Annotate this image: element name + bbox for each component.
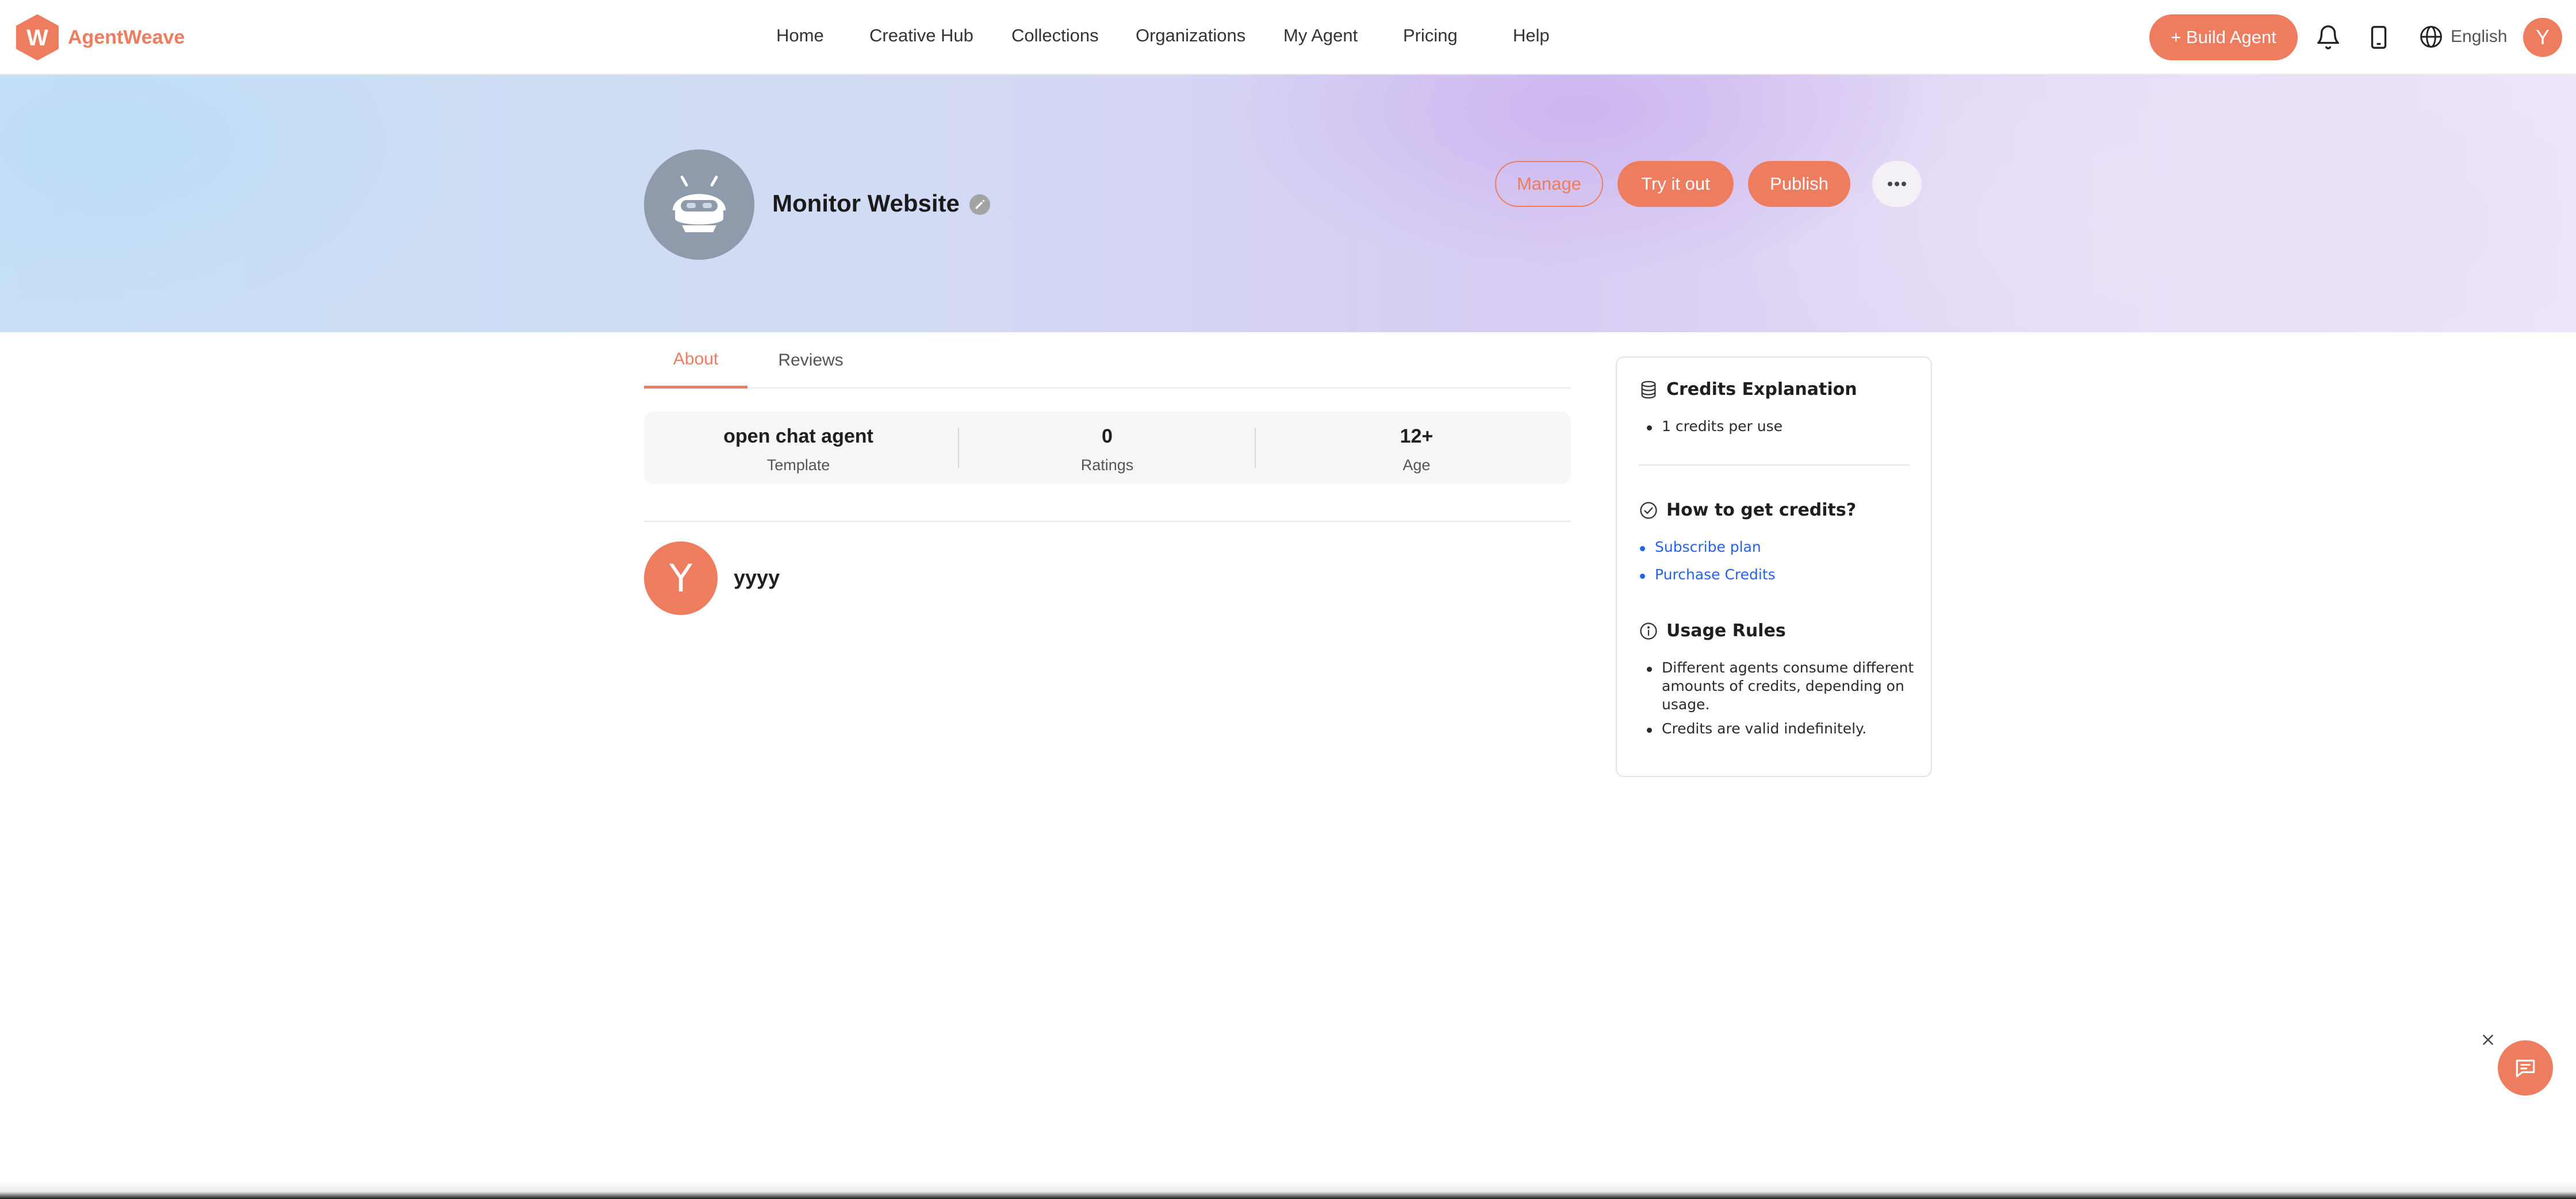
stat-age: 12+ Age bbox=[1262, 412, 1571, 484]
card-divider bbox=[1639, 464, 1910, 466]
how-to-get-credits-title: How to get credits? bbox=[1666, 500, 1857, 520]
bullet bbox=[1640, 546, 1645, 551]
check-circle-icon bbox=[1640, 501, 1657, 519]
more-options-button[interactable] bbox=[1872, 161, 1922, 207]
brand-logo[interactable]: W AgentWeave bbox=[15, 14, 185, 60]
try-it-out-button[interactable]: Try it out bbox=[1617, 161, 1734, 207]
agent-stats: open chat agent Template 0 Ratings 12+ A… bbox=[644, 412, 1571, 484]
bell-icon[interactable] bbox=[2315, 24, 2341, 51]
tab-about[interactable]: About bbox=[644, 332, 747, 389]
agent-tabs: About Reviews bbox=[644, 332, 1571, 389]
usage-rules-title: Usage Rules bbox=[1666, 621, 1786, 641]
credits-explanation-heading: Credits Explanation bbox=[1639, 379, 1857, 399]
language-selector[interactable]: English bbox=[2418, 24, 2507, 49]
bottom-edge bbox=[0, 1181, 2576, 1199]
how-to-get-credits-heading: How to get credits? bbox=[1639, 500, 1856, 520]
robot-icon bbox=[673, 175, 726, 232]
stat-ratings-value: 0 bbox=[1102, 425, 1113, 447]
stat-divider bbox=[1255, 428, 1256, 468]
user-avatar[interactable]: Y bbox=[2523, 18, 2562, 57]
creator-avatar[interactable]: Y bbox=[644, 541, 718, 615]
nav-pricing[interactable]: Pricing bbox=[1403, 25, 1458, 46]
close-icon[interactable] bbox=[2479, 1031, 2497, 1048]
credits-explanation-title: Credits Explanation bbox=[1666, 379, 1857, 399]
globe-icon bbox=[2420, 26, 2442, 48]
credits-card: Credits Explanation 1 credits per use Ho… bbox=[1616, 356, 1932, 777]
nav-my-agent[interactable]: My Agent bbox=[1283, 25, 1358, 46]
tab-reviews[interactable]: Reviews bbox=[759, 332, 862, 389]
publish-button[interactable]: Publish bbox=[1748, 161, 1850, 207]
manage-button[interactable]: Manage bbox=[1495, 161, 1603, 207]
svg-text:W: W bbox=[26, 25, 48, 51]
mobile-icon[interactable] bbox=[2366, 24, 2392, 51]
stat-age-label: Age bbox=[1402, 456, 1431, 474]
usage-rule-consumption: Different agents consume different amoun… bbox=[1662, 659, 1914, 713]
agent-header-banner: Monitor Website Manage Try it out Publis… bbox=[0, 75, 2576, 332]
top-nav: W AgentWeave Home Creative Hub Collectio… bbox=[0, 0, 2576, 75]
logo-hexagon-icon: W bbox=[16, 14, 59, 60]
stat-template: open chat agent Template bbox=[644, 412, 953, 484]
nav-creative-hub[interactable]: Creative Hub bbox=[869, 25, 973, 46]
edit-title-icon[interactable] bbox=[969, 194, 990, 215]
stat-template-value: open chat agent bbox=[723, 425, 873, 447]
section-divider bbox=[644, 521, 1571, 522]
nav-collections[interactable]: Collections bbox=[1011, 25, 1099, 46]
nav-organizations[interactable]: Organizations bbox=[1136, 25, 1245, 46]
build-agent-button[interactable]: + Build Agent bbox=[2149, 14, 2298, 60]
brand-name: AgentWeave bbox=[68, 26, 185, 48]
chat-support-button[interactable] bbox=[2498, 1040, 2553, 1096]
info-icon bbox=[1640, 622, 1657, 640]
subscribe-plan-link[interactable]: Subscribe plan bbox=[1655, 538, 1761, 556]
purchase-credits-link[interactable]: Purchase Credits bbox=[1655, 566, 1776, 584]
usage-rules-heading: Usage Rules bbox=[1639, 621, 1786, 641]
nav-home[interactable]: Home bbox=[776, 25, 824, 46]
usage-rule-validity: Credits are valid indefinitely. bbox=[1662, 720, 1867, 737]
bullet bbox=[1640, 574, 1645, 579]
more-dots-icon bbox=[1888, 182, 1906, 186]
coins-stack-icon bbox=[1641, 381, 1656, 398]
bullet bbox=[1647, 667, 1652, 672]
language-label: English bbox=[2451, 27, 2508, 46]
agent-avatar bbox=[644, 149, 754, 260]
page: W AgentWeave Home Creative Hub Collectio… bbox=[0, 0, 2576, 1199]
stat-ratings: 0 Ratings bbox=[953, 412, 1262, 484]
stat-ratings-label: Ratings bbox=[1080, 456, 1134, 474]
chat-bubble-icon bbox=[2516, 1059, 2535, 1078]
bullet bbox=[1647, 728, 1652, 733]
bullet bbox=[1647, 425, 1652, 431]
agent-title: Monitor Website bbox=[772, 190, 960, 217]
credits-per-use-text: 1 credits per use bbox=[1662, 418, 1783, 435]
stat-age-value: 12+ bbox=[1400, 425, 1433, 447]
stat-template-label: Template bbox=[766, 456, 830, 474]
nav-help[interactable]: Help bbox=[1513, 25, 1550, 46]
creator-name[interactable]: yyyy bbox=[734, 566, 780, 590]
